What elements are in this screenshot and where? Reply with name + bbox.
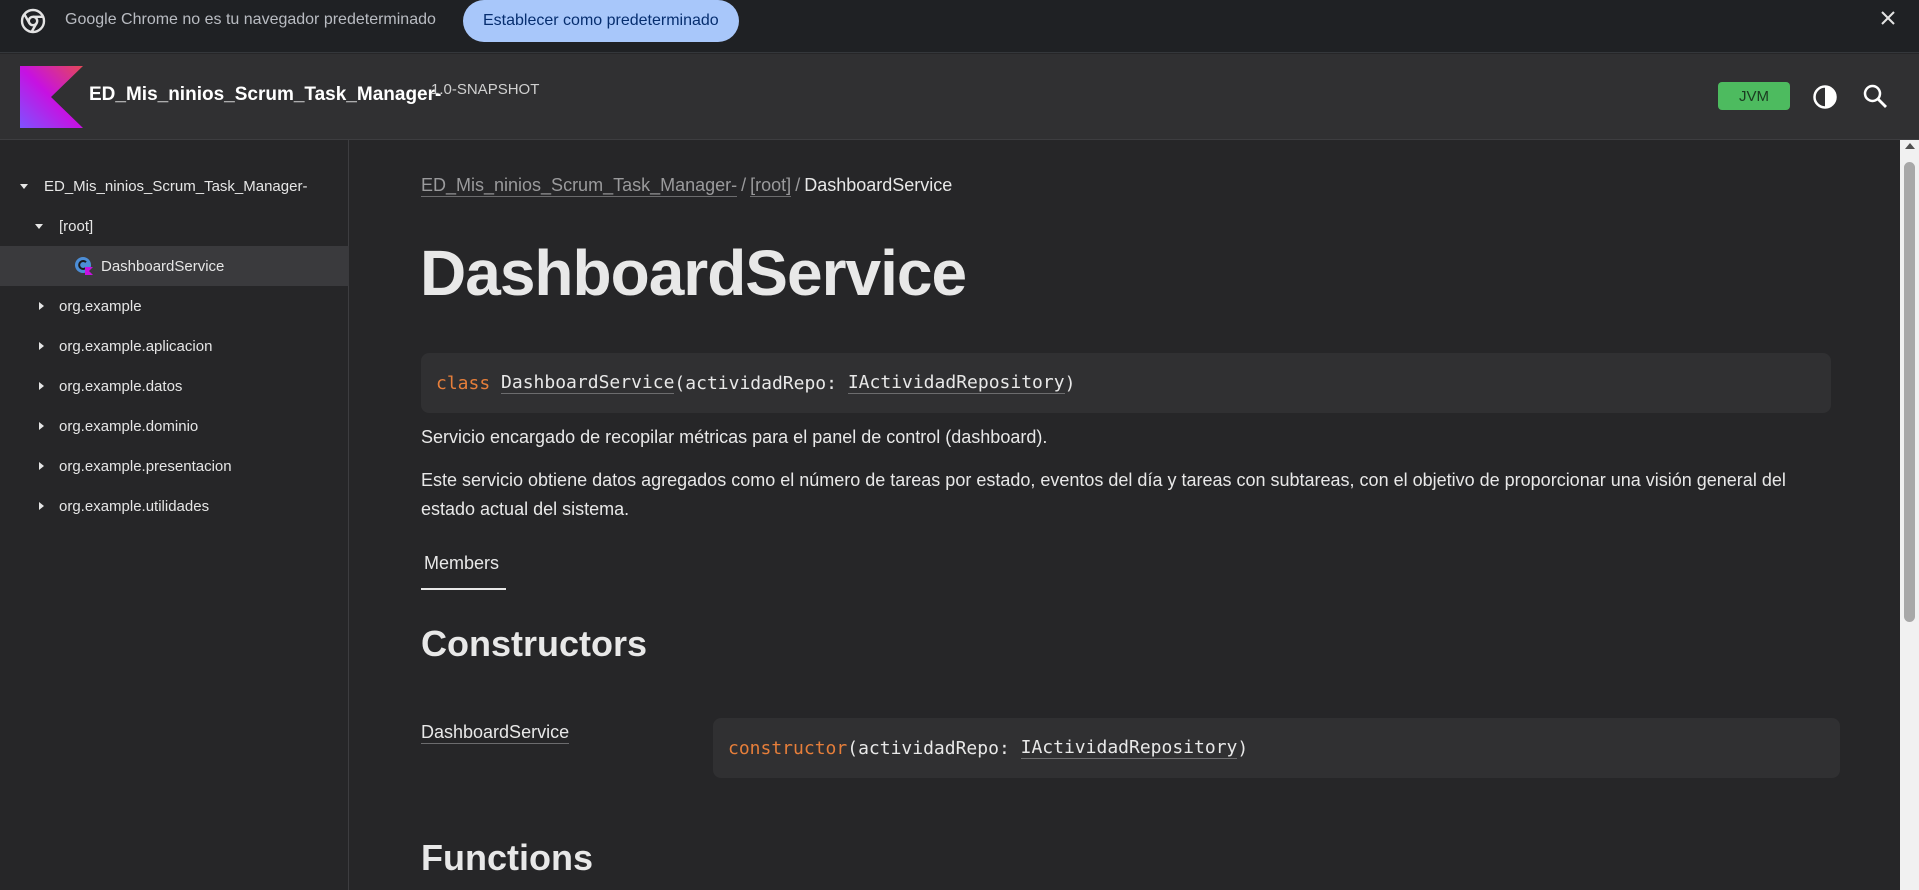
signature-class-name[interactable]: DashboardService (501, 372, 675, 394)
search-icon[interactable] (1862, 83, 1888, 109)
chevron-down-icon[interactable] (34, 221, 44, 231)
sidebar-item-root[interactable]: [root] (0, 206, 349, 246)
kotlin-class-icon (75, 257, 93, 275)
set-default-browser-button[interactable]: Establecer como predeterminado (463, 0, 739, 42)
signature-param: actividadRepo: (685, 372, 848, 394)
chevron-right-icon[interactable] (36, 501, 46, 511)
constructor-signature: constructor(actividadRepo: IActividadRep… (713, 718, 1840, 778)
constructor-param-type[interactable]: IActividadRepository (1020, 737, 1238, 759)
chevron-right-icon[interactable] (36, 301, 46, 311)
default-browser-infobar: Google Chrome no es tu navegador predete… (0, 0, 1919, 53)
sidebar-item-label: org.example.aplicacion (59, 337, 213, 355)
chevron-right-icon[interactable] (36, 421, 46, 431)
constructor-keyword: constructor (728, 737, 848, 759)
sidebar-item-label: [root] (59, 217, 94, 235)
class-signature: class DashboardService(actividadRepo: IA… (421, 353, 1831, 413)
signature-param-type[interactable]: IActividadRepository (847, 372, 1065, 394)
sidebar-item-org-example-dominio[interactable]: org.example.dominio (0, 406, 349, 446)
infobar-message: Google Chrome no es tu navegador predete… (65, 11, 436, 28)
class-description-short: Servicio encargado de recopilar métricas… (421, 427, 1048, 447)
constructors-heading: Constructors (421, 623, 648, 664)
sidebar-item-label: org.example (59, 297, 142, 315)
sidebar-item-label: ED_Mis_ninios_Scrum_Task_Manager- (44, 177, 308, 195)
breadcrumb-link-module[interactable]: ED_Mis_ninios_Scrum_Task_Manager- (421, 175, 738, 197)
breadcrumb: ED_Mis_ninios_Scrum_Task_Manager- / [roo… (421, 175, 952, 197)
sidebar-item-org-example-datos[interactable]: org.example.datos (0, 366, 349, 406)
functions-heading: Functions (421, 837, 593, 878)
main-content: ED_Mis_ninios_Scrum_Task_Manager- / [roo… (350, 140, 1900, 890)
page-scrollbar[interactable] (1900, 140, 1919, 890)
sidebar-item-label: org.example.presentacion (59, 457, 232, 475)
sidebar-item-label: org.example.datos (59, 377, 183, 395)
close-icon[interactable] (1878, 8, 1898, 28)
sidebar-item-label: org.example.dominio (59, 417, 199, 435)
sidebar-item-org-example-utilidades[interactable]: org.example.utilidades (0, 486, 349, 526)
constructor-close-paren: ) (1237, 737, 1249, 759)
constructor-name-link[interactable]: DashboardService (421, 722, 570, 744)
tab-members[interactable]: Members (421, 550, 506, 590)
platform-filter-jvm[interactable]: JVM (1718, 82, 1790, 110)
scroll-up-arrow-icon[interactable] (1905, 143, 1915, 149)
chevron-right-icon[interactable] (36, 341, 46, 351)
signature-keyword: class (436, 372, 491, 394)
signature-open-paren: ( (674, 372, 686, 394)
sidebar-item-dashboardservice[interactable]: DashboardService (0, 246, 349, 286)
library-name[interactable]: ED_Mis_ninios_Scrum_Task_Manager- (89, 84, 441, 106)
library-version: 1.0-SNAPSHOT (431, 81, 540, 98)
breadcrumb-separator: / (741, 175, 747, 195)
chevron-down-icon[interactable] (19, 181, 29, 191)
chrome-logo-icon (20, 8, 46, 34)
scrollbar-thumb[interactable] (1904, 162, 1915, 622)
sidebar-item-module[interactable]: ED_Mis_ninios_Scrum_Task_Manager- (0, 166, 349, 206)
navigation-sidebar: ED_Mis_ninios_Scrum_Task_Manager- [root]… (0, 140, 349, 890)
docs-header: ED_Mis_ninios_Scrum_Task_Manager- 1.0-SN… (0, 54, 1919, 140)
sidebar-item-label: DashboardService (101, 257, 225, 275)
sidebar-item-label: org.example.utilidades (59, 497, 210, 515)
breadcrumb-link-root[interactable]: [root] (750, 175, 792, 197)
sidebar-item-org-example-presentacion[interactable]: org.example.presentacion (0, 446, 349, 486)
constructor-param: actividadRepo: (858, 737, 1021, 759)
sidebar-item-org-example[interactable]: org.example (0, 286, 349, 326)
class-description-long: Este servicio obtiene datos agregados co… (421, 470, 1786, 519)
signature-close-paren: ) (1064, 372, 1076, 394)
chevron-right-icon[interactable] (36, 461, 46, 471)
kotlin-logo-icon[interactable] (20, 66, 83, 128)
constructor-open-paren: ( (847, 737, 859, 759)
page-title: DashboardService (420, 237, 967, 309)
chevron-right-icon[interactable] (36, 381, 46, 391)
theme-toggle-icon[interactable] (1812, 84, 1838, 110)
breadcrumb-separator: / (795, 175, 801, 195)
sidebar-item-org-example-aplicacion[interactable]: org.example.aplicacion (0, 326, 349, 366)
breadcrumb-current: DashboardService (804, 175, 953, 195)
